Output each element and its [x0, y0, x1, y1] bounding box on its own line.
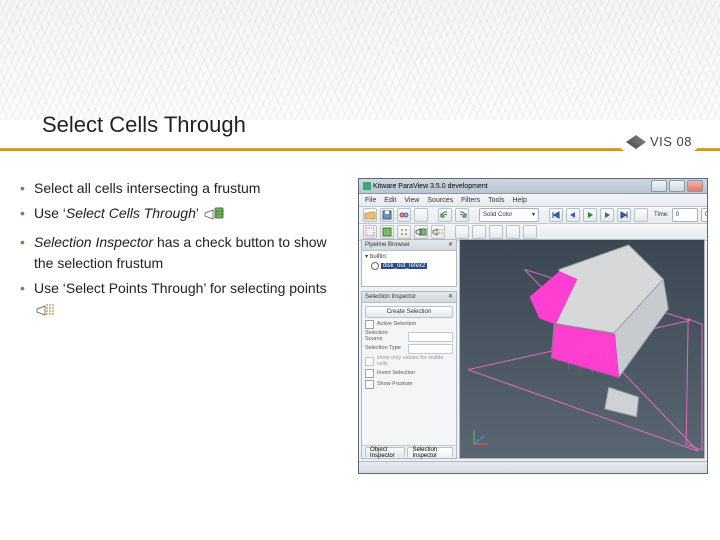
selection-inspector: Selection Inspector ✕ Create Selection A…: [361, 291, 457, 459]
logo-cube-icon: [626, 135, 646, 149]
tab-object-inspector[interactable]: Object Inspector: [365, 447, 405, 457]
save-icon[interactable]: [380, 208, 394, 222]
vcr-last-icon[interactable]: [617, 208, 631, 222]
background-texture: [0, 0, 720, 120]
bullet-2-post: ’: [196, 205, 199, 221]
vcr-loop-icon[interactable]: [634, 208, 648, 222]
vcr-play-icon[interactable]: [583, 208, 597, 222]
sel-source-label: Selection Source: [365, 331, 405, 342]
color-by-value: Solid Color: [483, 212, 512, 218]
bullet-2: Use ‘Select Cells Through’: [16, 203, 348, 228]
bullet-2-italic: Select Cells Through: [66, 205, 196, 221]
panel-close-icon[interactable]: ✕: [448, 242, 453, 248]
show-frustum-checkbox[interactable]: [365, 380, 374, 389]
maximize-button[interactable]: [669, 180, 685, 192]
bullet-list: Select all cells intersecting a frustum …: [16, 178, 348, 328]
app-icon: [363, 182, 371, 190]
window-titlebar: Kitware ParaView 3.5.0 development: [359, 179, 707, 194]
bullet-4-text: Use ‘Select Points Through’ for selectin…: [34, 280, 327, 296]
logo-text: VIS 08: [650, 134, 692, 149]
active-selection-checkbox[interactable]: [365, 320, 374, 329]
visibility-icon[interactable]: [371, 262, 379, 270]
bullet-4: Use ‘Select Points Through’ for selectin…: [16, 278, 348, 324]
vcr-first-icon[interactable]: [549, 208, 563, 222]
sel-type-label: Selection Type: [365, 346, 405, 352]
redo-icon[interactable]: [455, 208, 469, 222]
pipeline-item-0-label: builtin:: [370, 254, 387, 260]
time-index[interactable]: 0: [701, 208, 707, 222]
vcr-next-icon[interactable]: [600, 208, 614, 222]
close-button[interactable]: [687, 180, 703, 192]
bullet-1-text: Select all cells intersecting a frustum: [34, 180, 260, 196]
tab-selection-inspector[interactable]: Selection Inspector: [407, 447, 453, 457]
time-label: Time:: [654, 212, 669, 218]
show-only-visible-label: show only values for visible cells: [377, 356, 453, 367]
select-points-through-icon: [36, 302, 56, 324]
left-dock: Pipeline Browser ✕ ▾builtin: disk_out_re…: [359, 237, 459, 461]
pipeline-item-1-label: disk_out_refex2: [381, 263, 427, 269]
pipeline-item-builtin[interactable]: ▾builtin:: [365, 254, 453, 260]
statusbar: [359, 461, 707, 473]
menu-filters[interactable]: Filters: [461, 197, 480, 204]
menu-help[interactable]: Help: [512, 197, 526, 204]
menu-edit[interactable]: Edit: [384, 197, 396, 204]
open-icon[interactable]: [363, 208, 377, 222]
vcr-prev-icon[interactable]: [566, 208, 580, 222]
slide-title: Select Cells Through: [42, 112, 246, 138]
divider-bar: [0, 148, 720, 151]
inspector-tabs: Object Inspector Selection Inspector: [362, 445, 456, 458]
sel-source-field[interactable]: [408, 332, 453, 342]
selection-inspector-title: Selection Inspector: [365, 294, 416, 300]
paraview-screenshot: Kitware ParaView 3.5.0 development File …: [358, 178, 708, 474]
minimize-button[interactable]: [651, 180, 667, 192]
bullet-3-italic: Selection Inspector: [34, 234, 153, 250]
conference-logo: VIS 08: [620, 132, 698, 151]
panel-close-icon-2[interactable]: ✕: [448, 294, 453, 300]
menu-view[interactable]: View: [404, 197, 419, 204]
bullet-2-pre: Use ‘: [34, 205, 66, 221]
invert-selection-checkbox[interactable]: [365, 369, 374, 378]
time-value[interactable]: 0: [672, 208, 698, 222]
menubar: File Edit View Sources Filters Tools Hel…: [359, 194, 707, 207]
show-frustum-label: Show Frustum: [377, 382, 412, 388]
pipeline-title: Pipeline Browser: [365, 242, 410, 248]
menu-sources[interactable]: Sources: [427, 197, 453, 204]
bullet-3: Selection Inspector has a check button t…: [16, 232, 348, 274]
connect-icon[interactable]: [397, 208, 411, 222]
window-title: Kitware ParaView 3.5.0 development: [373, 183, 488, 190]
sel-type-field[interactable]: [408, 344, 453, 354]
3d-viewport[interactable]: [459, 239, 705, 459]
orientation-axes-icon: [470, 426, 492, 448]
disconnect-icon[interactable]: [414, 208, 428, 222]
toolbar-1: Solid Color ▾ Time: 0 0: [359, 207, 707, 224]
active-selection-label: Active Selection: [377, 322, 416, 328]
menu-file[interactable]: File: [365, 197, 376, 204]
create-selection-button[interactable]: Create Selection: [365, 306, 453, 318]
viewport-scene: [460, 240, 704, 458]
undo-icon[interactable]: [438, 208, 452, 222]
pipeline-item-dataset[interactable]: disk_out_refex2: [365, 262, 453, 270]
color-by-dropdown[interactable]: Solid Color ▾: [479, 208, 539, 222]
menu-tools[interactable]: Tools: [488, 197, 504, 204]
chevron-down-icon: ▾: [532, 212, 535, 218]
bullet-1: Select all cells intersecting a frustum: [16, 178, 348, 199]
pipeline-browser: Pipeline Browser ✕ ▾builtin: disk_out_re…: [361, 239, 457, 287]
select-cells-through-icon: [204, 206, 224, 228]
invert-selection-label: Invert Selection: [377, 371, 415, 377]
show-only-visible-checkbox[interactable]: [365, 357, 374, 366]
